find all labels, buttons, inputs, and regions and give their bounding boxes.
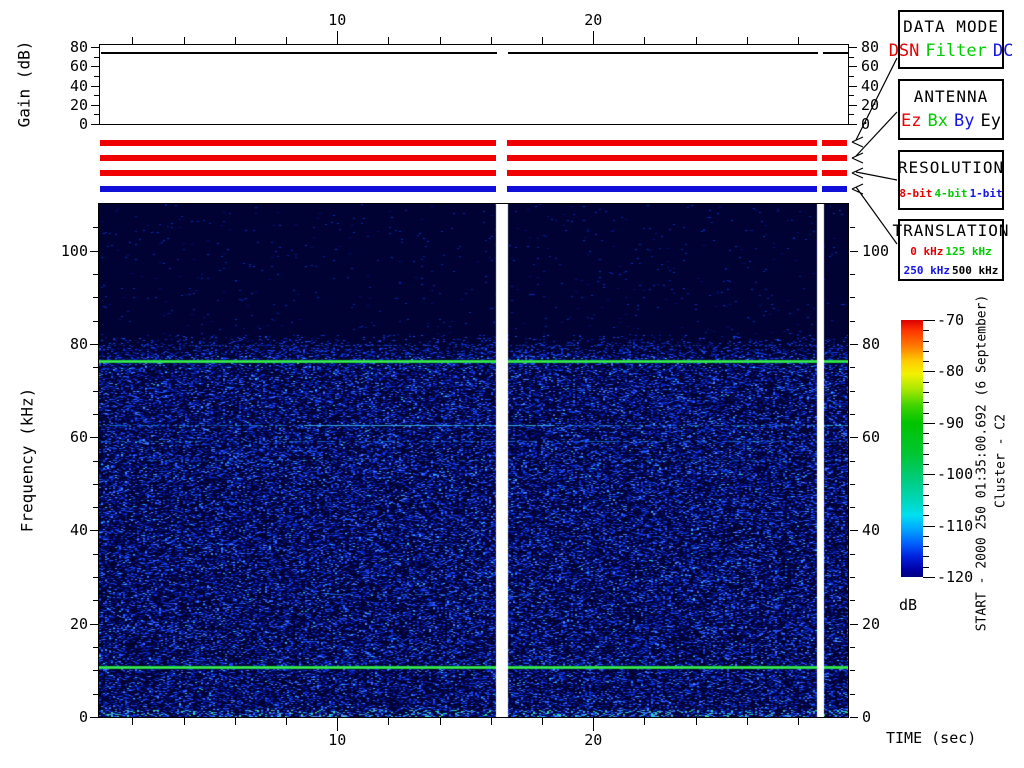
legend-box-title: DATA MODE: [903, 17, 999, 36]
legend-item: 250 kHz: [903, 264, 950, 278]
legend-item: Bx: [927, 111, 948, 132]
legend-box-resolution: RESOLUTION 8-bit 4-bit 1-bit: [898, 150, 1004, 210]
legend-item: 4-bit: [934, 187, 968, 201]
legend-box-title: RESOLUTION: [897, 157, 1005, 177]
legend-item: DC: [992, 41, 1014, 61]
legend-item: DSN: [888, 41, 920, 61]
legend-box-line: DSN Filter DC: [886, 41, 1017, 61]
legend-item: By: [954, 111, 975, 132]
legend-box-line: 250 kHz 500 kHz: [903, 259, 1000, 278]
legend-boxes-layer: DATA MODE DSN Filter DC ANTENNA Ez Bx By Ey RESOL…: [0, 0, 1024, 768]
legend-item: 125 kHz: [945, 244, 992, 258]
wbd-spectrogram-page: Gain (dB) Frequency (kHz) TIME (sec) dB …: [0, 0, 1024, 768]
legend-box-data-mode: DATA MODE DSN Filter DC: [889, 10, 1013, 69]
legend-item: Ey: [980, 111, 1001, 132]
legend-box-title: TRANSLATION: [892, 220, 1010, 240]
legend-box-line: 0 kHz 125 kHz: [909, 240, 992, 259]
legend-box-line: 8-bit 4-bit 1-bit: [898, 182, 1003, 201]
legend-box-translation: TRANSLATION 0 kHz 125 kHz 250 kHz 500 kHz: [893, 219, 1008, 281]
legend-box-antenna: ANTENNA Ez Bx By Ey: [898, 79, 1004, 140]
legend-item: Filter: [925, 41, 987, 61]
legend-item: 8-bit: [899, 187, 933, 201]
legend-item: 0 kHz: [910, 244, 944, 258]
legend-item: 500 kHz: [952, 264, 999, 278]
legend-box-title: ANTENNA: [913, 86, 989, 106]
legend-item: Ez: [901, 111, 922, 132]
legend-box-line: Ez Bx By Ey: [898, 111, 1004, 131]
legend-item: 1-bit: [969, 187, 1003, 201]
